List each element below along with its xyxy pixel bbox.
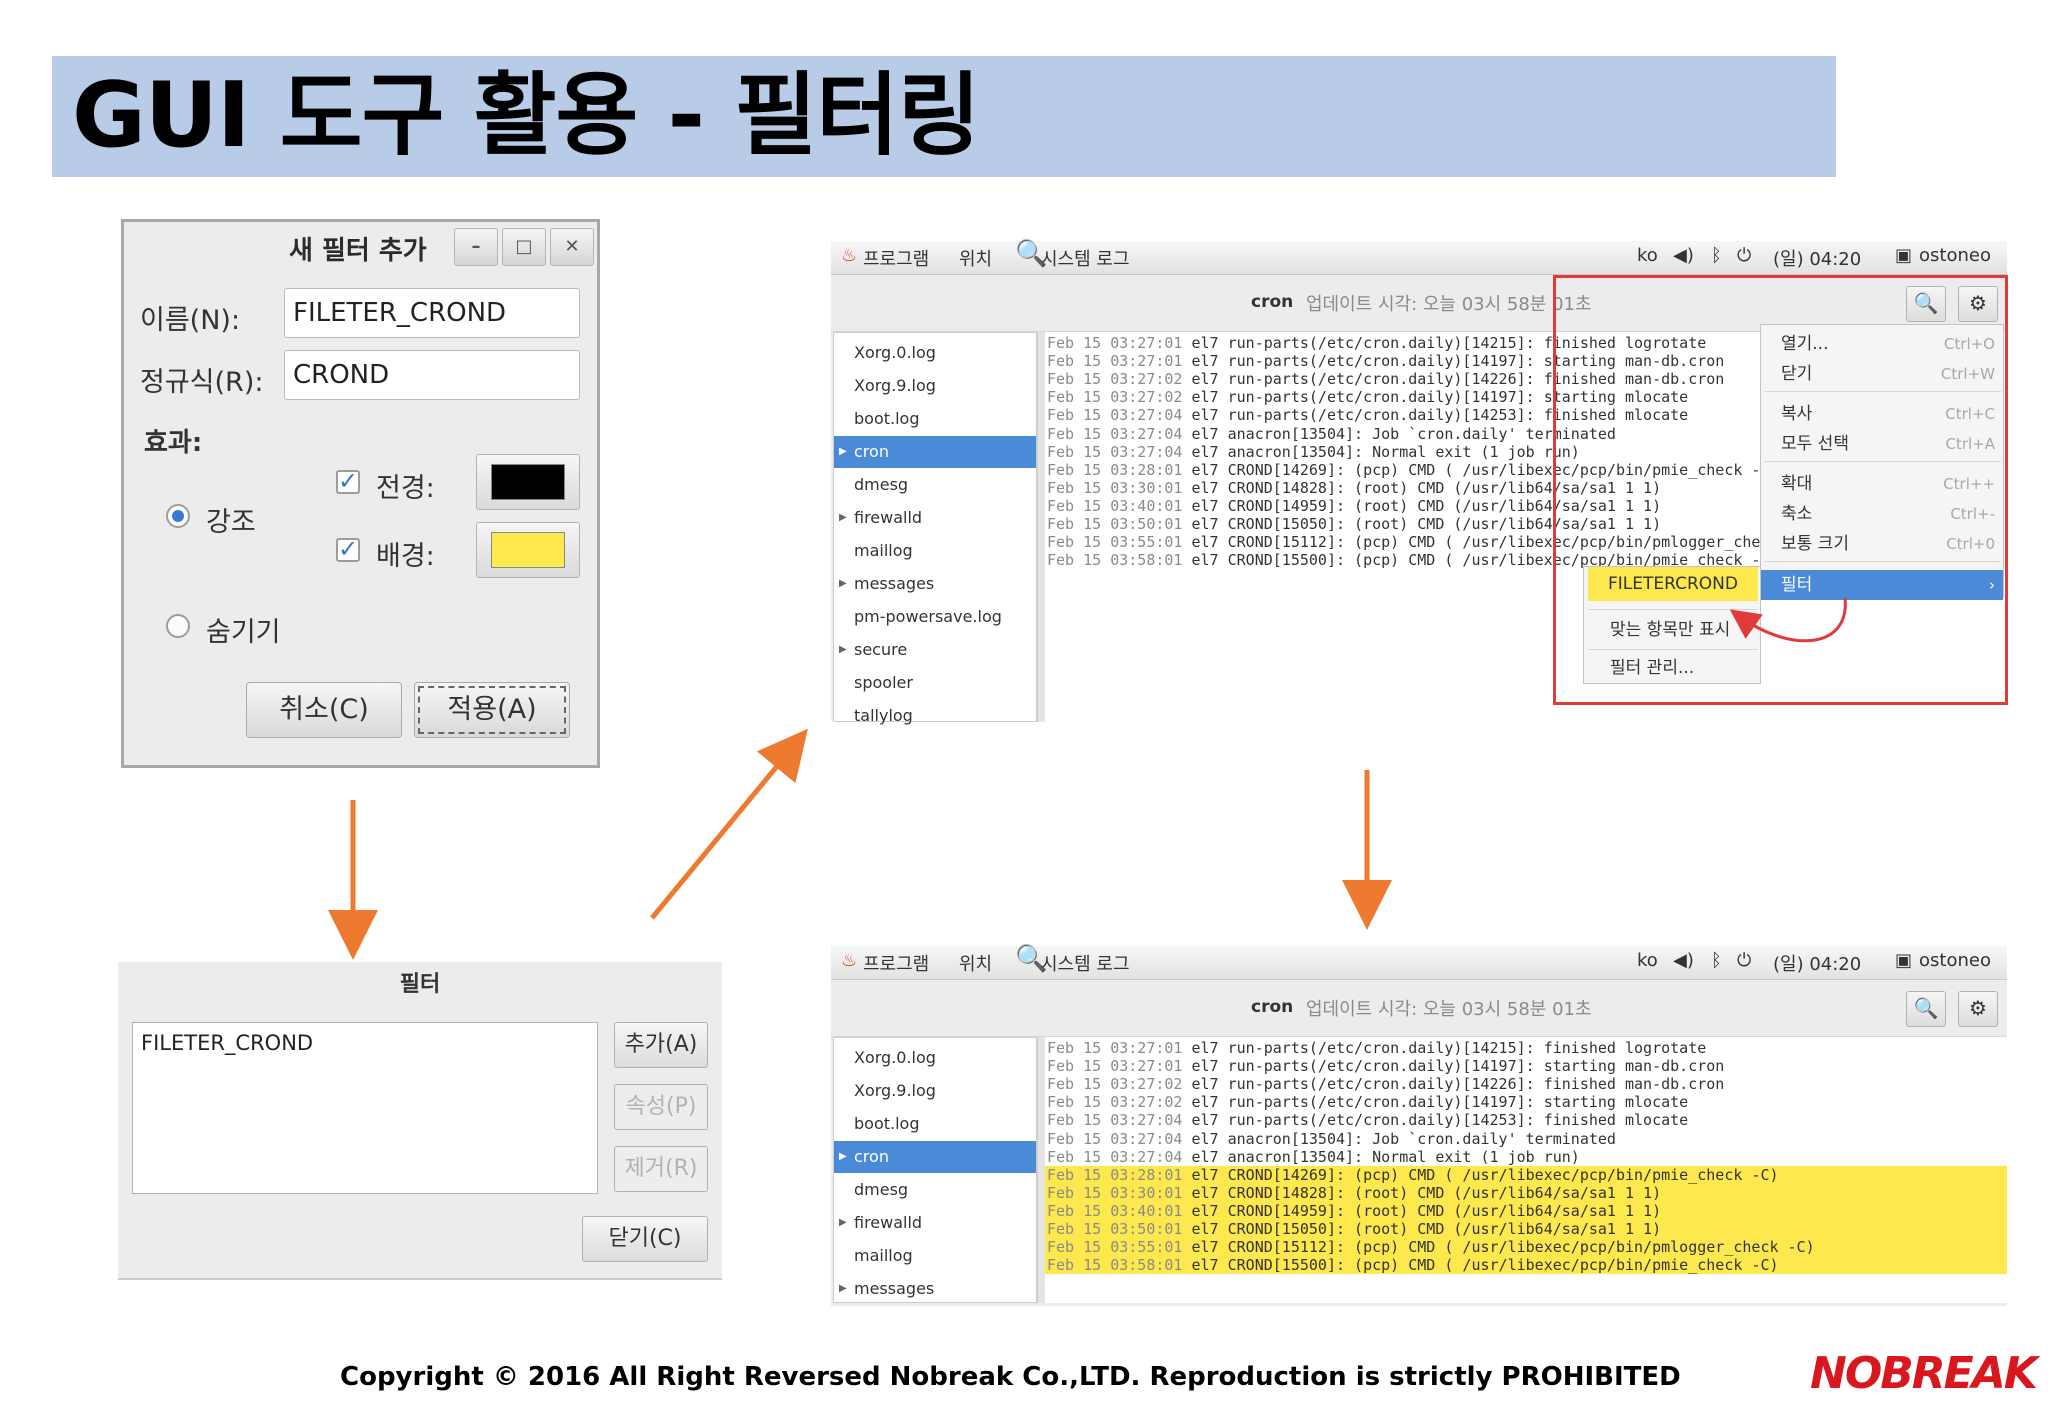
flow-arrows bbox=[328, 597, 1847, 960]
nobreak-logo: NOBREAK bbox=[1810, 1348, 2038, 1399]
copyright-text: Copyright © 2016 All Right Reversed Nobr… bbox=[340, 1362, 1681, 1392]
arrow-up-right bbox=[650, 728, 808, 920]
annotation-curve-arrow bbox=[1729, 597, 1847, 643]
